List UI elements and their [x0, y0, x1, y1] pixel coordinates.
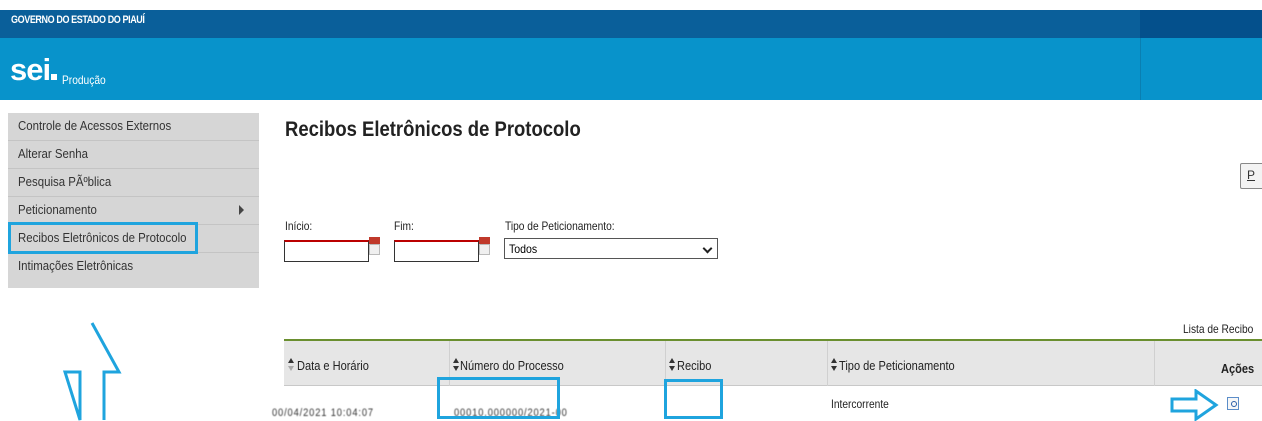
- highlight-box-processo: [437, 377, 560, 419]
- sidebar-item-pesquisa-publica[interactable]: Pesquisa PÃºblica: [8, 169, 259, 197]
- sidebar-item-alterar-senha[interactable]: Alterar Senha: [8, 141, 259, 169]
- government-bar: GOVERNO DO ESTADO DO PIAUÍ: [0, 10, 1262, 38]
- column-separator: [827, 341, 828, 386]
- tipo-peticionamento-label: Tipo de Peticionamento:: [505, 219, 615, 233]
- column-header-processo[interactable]: Número do Processo: [460, 358, 564, 373]
- sidebar-item-peticionamento[interactable]: Peticionamento: [8, 197, 259, 225]
- sidebar-item-controle-acessos[interactable]: Controle de Acessos Externos: [8, 113, 259, 141]
- sort-icon[interactable]: [288, 358, 294, 372]
- table-header: Data e Horário Número do Processo Recibo…: [284, 341, 1262, 386]
- logo-text: sei: [10, 52, 51, 87]
- list-caption: Lista de Recibo: [1183, 322, 1254, 336]
- column-separator: [1154, 341, 1155, 386]
- government-title: GOVERNO DO ESTADO DO PIAUÍ: [11, 14, 145, 26]
- highlight-box-recibo: [664, 379, 723, 419]
- cell-data-horario: 00/04/2021 10:04:07: [272, 407, 374, 419]
- sidebar-item-label: Peticionamento: [18, 202, 97, 217]
- table-row: 00/04/2021 10:04:07 00010.000000/2021-00…: [272, 386, 1262, 421]
- sort-icon[interactable]: [669, 358, 675, 372]
- column-header-acoes: Ações: [1221, 361, 1255, 376]
- logo-dot: [51, 74, 58, 80]
- inicio-date-input[interactable]: [284, 240, 369, 262]
- right-arrow-icon: [1170, 389, 1219, 421]
- select-value: Todos: [509, 242, 538, 256]
- submenu-caret-icon: [239, 205, 244, 215]
- header-right-strip: [1140, 10, 1262, 38]
- calendar-icon[interactable]: [479, 237, 490, 255]
- sort-icon[interactable]: [453, 358, 459, 372]
- column-header-tipo[interactable]: Tipo de Peticionamento: [839, 358, 955, 373]
- chevron-down-icon: [702, 243, 713, 254]
- view-document-icon[interactable]: [1227, 397, 1239, 410]
- sidebar-item-intimacoes[interactable]: Intimações Eletrônicas: [8, 253, 259, 281]
- sidebar-item-label: Controle de Acessos Externos: [18, 118, 172, 133]
- inicio-label: Início:: [285, 219, 313, 233]
- sidebar-menu: Controle de Acessos Externos Alterar Sen…: [8, 113, 259, 288]
- cell-tipo: Intercorrente: [831, 397, 889, 411]
- fim-date-input[interactable]: [394, 240, 479, 262]
- tipo-peticionamento-select[interactable]: Todos: [504, 238, 718, 259]
- environment-label: Produção: [62, 73, 106, 87]
- fim-label: Fim:: [394, 219, 414, 233]
- brand-bar: sei Produção: [0, 38, 1262, 100]
- calendar-icon[interactable]: [369, 237, 380, 255]
- sidebar-item-label: Alterar Senha: [18, 146, 88, 161]
- up-arrow-icon: [62, 322, 122, 421]
- column-header-data[interactable]: Data e Horário: [297, 358, 369, 373]
- highlight-box-recibos: [8, 222, 198, 254]
- sort-icon[interactable]: [831, 358, 837, 372]
- sidebar-item-label: Pesquisa PÃºblica: [18, 174, 112, 189]
- sidebar-item-label: Intimações Eletrônicas: [18, 258, 134, 273]
- top-right-button[interactable]: P: [1240, 163, 1262, 189]
- sei-logo[interactable]: sei: [10, 52, 58, 88]
- header-divider: [1140, 38, 1141, 100]
- page-title: Recibos Eletrônicos de Protocolo: [285, 118, 581, 141]
- column-header-recibo[interactable]: Recibo: [677, 358, 711, 373]
